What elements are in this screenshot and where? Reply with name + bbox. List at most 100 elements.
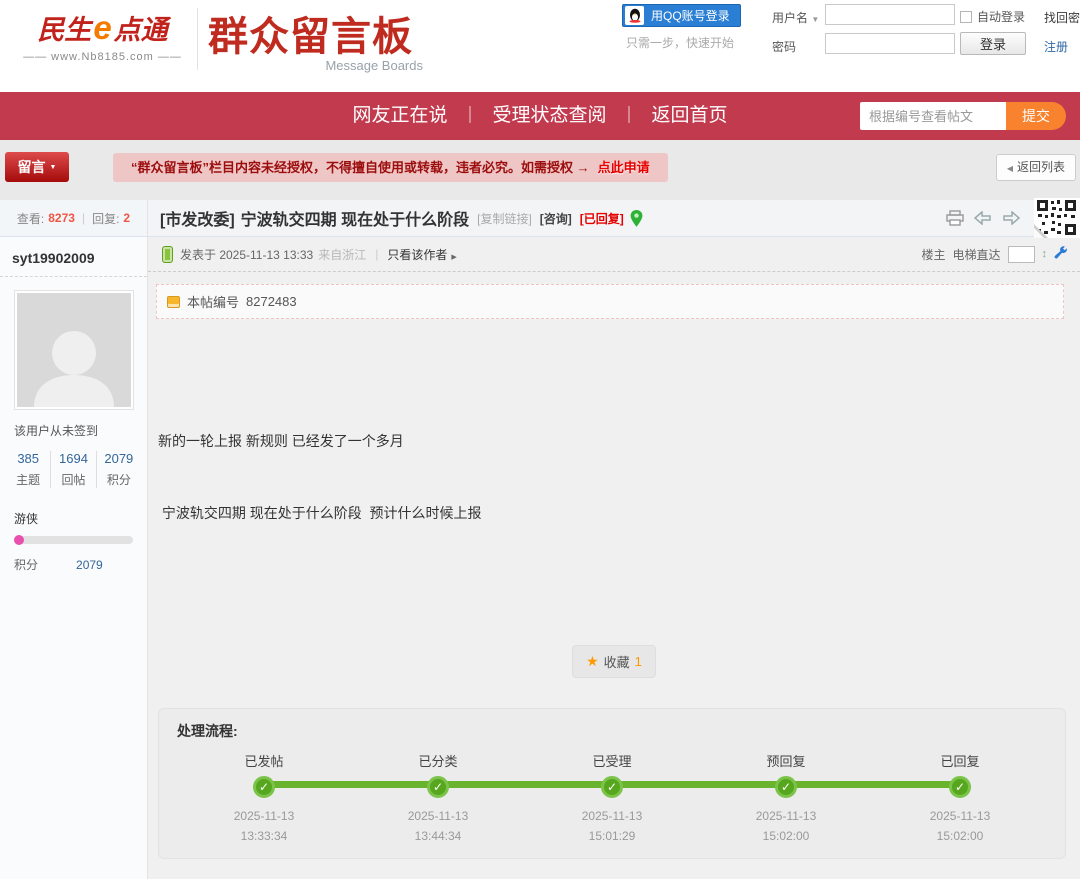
avatar[interactable] bbox=[15, 291, 133, 409]
thread-post-1: 查看: 8273 | 回复: 2 [市发改委] 宁波轨交四期 现在处于什么阶段 … bbox=[0, 200, 1080, 879]
floor-label: 楼主 bbox=[921, 246, 945, 263]
timeline-step: 已分类 ✓ 2025-11-1313:44:34 bbox=[351, 751, 525, 846]
login-button[interactable]: 登录 bbox=[960, 32, 1026, 55]
forgot-password-link[interactable]: 找回密码 bbox=[1044, 9, 1080, 26]
elevator-label: 电梯直达 bbox=[952, 246, 1000, 263]
qq-icon bbox=[625, 6, 644, 25]
thread-action-icons bbox=[946, 210, 1020, 231]
thread-title: 宁波轨交四期 现在处于什么阶段 bbox=[241, 206, 469, 230]
qr-code-icon[interactable] bbox=[1034, 198, 1080, 238]
wrench-icon[interactable] bbox=[1054, 246, 1068, 263]
star-icon: ★ bbox=[586, 653, 599, 670]
post1-text-line1: 新的一轮上报 新规则 已经发了一个多月 bbox=[158, 429, 1064, 453]
register-link[interactable]: 注册 bbox=[1044, 38, 1068, 55]
username-input[interactable] bbox=[825, 4, 955, 25]
author-stats: 385主题 1694回帖 2079积分 bbox=[6, 451, 141, 488]
post1-meta-row: 发表于 2025-11-13 13:33 来自浙江 | 只看该作者▶ 楼主 电梯… bbox=[148, 237, 1080, 272]
logo-part3: 点通 bbox=[114, 15, 168, 45]
logo-part2: e bbox=[91, 9, 113, 46]
site-logo[interactable]: 民生e点通 —— www.Nb8185.com —— bbox=[10, 8, 195, 63]
logo-part1: 民生 bbox=[37, 15, 91, 45]
thread-counters: 查看: 8273 | 回复: 2 bbox=[0, 200, 148, 236]
nav-link-now-talking[interactable]: 网友正在说 bbox=[352, 105, 447, 126]
favorite-button[interactable]: ★ 收藏 1 bbox=[572, 645, 656, 678]
certificate-icon bbox=[167, 296, 180, 308]
password-input[interactable] bbox=[825, 33, 955, 54]
check-icon: ✓ bbox=[775, 776, 797, 798]
posted-time: 发表于 2025-11-13 13:33 bbox=[180, 246, 313, 263]
check-icon: ✓ bbox=[427, 776, 449, 798]
post-id-box: 本帖编号 8272483 bbox=[156, 284, 1064, 319]
post-id-value: 8272483 bbox=[246, 294, 297, 309]
qq-login-label: 用QQ账号登录 bbox=[651, 7, 730, 24]
qq-login-button[interactable]: 用QQ账号登录 bbox=[622, 4, 741, 27]
favorite-label: 收藏 bbox=[604, 652, 630, 671]
stat-points[interactable]: 2079积分 bbox=[97, 451, 141, 488]
only-author-link[interactable]: 只看该作者▶ bbox=[387, 246, 456, 263]
password-label: 密码 bbox=[772, 38, 796, 55]
post1-meta-right: 楼主 电梯直达 ↕ bbox=[921, 246, 1068, 263]
checkbox-icon bbox=[960, 11, 972, 23]
submit-button[interactable]: 提交 bbox=[1006, 102, 1066, 130]
timeline-step: 预回复 ✓ 2025-11-1315:02:00 bbox=[699, 751, 873, 846]
nav-separator: ｜ bbox=[621, 106, 638, 125]
posted-from: 来自浙江 bbox=[318, 246, 366, 263]
process-timeline: 已发帖 ✓ 2025-11-1313:33:34 已分类 ✓ 2025-11-1… bbox=[177, 751, 1047, 846]
message-menu-button[interactable]: 留言▼ bbox=[5, 152, 69, 182]
auto-login-checkbox[interactable]: 自动登录 bbox=[960, 8, 1025, 25]
post-id-search: 提交 bbox=[860, 102, 1066, 130]
post-id-label: 本帖编号 bbox=[187, 292, 239, 311]
arrow-left-icon: ◀ bbox=[1007, 164, 1013, 173]
progress-knob bbox=[14, 535, 24, 545]
process-flow-box: 处理流程: 已发帖 ✓ 2025-11-1313:33:34 已分类 bbox=[158, 708, 1066, 859]
points-row: 积分2079 bbox=[14, 556, 133, 573]
auto-login-label: 自动登录 bbox=[977, 8, 1025, 25]
post1-content: 发表于 2025-11-13 13:33 来自浙江 | 只看该作者▶ 楼主 电梯… bbox=[148, 237, 1080, 879]
timeline-step: 已发帖 ✓ 2025-11-1313:33:34 bbox=[177, 751, 351, 846]
thread-type-tag: [咨询] bbox=[540, 210, 572, 227]
stat-threads[interactable]: 385主题 bbox=[6, 451, 51, 488]
thread-status-tag: [已回复] bbox=[580, 210, 624, 227]
check-icon: ✓ bbox=[253, 776, 275, 798]
notice-text: “群众留言板”栏目内容未经授权，不得擅自使用或转载，违者必究。如需授权 → bbox=[131, 160, 590, 175]
divider: | bbox=[82, 211, 85, 225]
favorite-count: 1 bbox=[635, 654, 642, 669]
post-badge-icon bbox=[162, 246, 173, 263]
logo-url: —— www.Nb8185.com —— bbox=[10, 51, 195, 63]
nav-link-status-check[interactable]: 受理状态查阅 bbox=[492, 105, 606, 126]
print-icon[interactable] bbox=[946, 210, 964, 231]
prev-thread-icon[interactable] bbox=[974, 211, 992, 230]
views-count: 8273 bbox=[48, 211, 75, 225]
replies-label: 回复: bbox=[92, 210, 119, 227]
back-to-list-button[interactable]: ◀ 返回列表 bbox=[996, 154, 1076, 181]
copy-link[interactable]: [复制链接] bbox=[477, 210, 532, 227]
nav-link-home[interactable]: 返回首页 bbox=[652, 105, 728, 126]
board-title-en: Message Boards bbox=[208, 58, 423, 73]
notice-row: 留言▼ “群众留言板”栏目内容未经授权，不得擅自使用或转载，违者必究。如需授权 … bbox=[0, 152, 1080, 184]
apply-link[interactable]: 点此申请 bbox=[598, 160, 650, 175]
back-to-list-label: 返回列表 bbox=[1017, 160, 1065, 174]
chevron-right-icon: ▶ bbox=[451, 254, 456, 261]
check-icon: ✓ bbox=[949, 776, 971, 798]
points-label: 积分 bbox=[14, 558, 38, 572]
main-nav: 网友正在说｜受理状态查阅｜返回首页 提交 bbox=[0, 92, 1080, 140]
board-title: 群众留言板 Message Boards bbox=[208, 4, 423, 73]
chevron-down-icon: ▼ bbox=[811, 15, 819, 24]
login-panel: 用QQ账号登录 只需一步，快速开始 用户名 ▼ 密码 自动登录 找回密码 登录 … bbox=[620, 0, 1080, 62]
stat-replies[interactable]: 1694回帖 bbox=[51, 451, 96, 488]
thread-title-bar: [市发改委] 宁波轨交四期 现在处于什么阶段 [复制链接] [咨询] [已回复] bbox=[148, 200, 1080, 236]
board-title-cn: 群众留言板 bbox=[208, 15, 413, 59]
post1-text: 新的一轮上报 新规则 已经发了一个多月 宁波轨交四期 现在处于什么阶段 预计什么… bbox=[158, 381, 1064, 573]
floor-stepper-icon[interactable]: ↕ bbox=[1042, 248, 1048, 260]
next-thread-icon[interactable] bbox=[1002, 211, 1020, 230]
views-label: 查看: bbox=[17, 210, 44, 227]
author-username[interactable]: syt19902009 bbox=[0, 237, 147, 277]
username-label[interactable]: 用户名 ▼ bbox=[772, 9, 819, 26]
copyright-notice: “群众留言板”栏目内容未经授权，不得擅自使用或转载，违者必究。如需授权 → 点此申… bbox=[113, 153, 668, 182]
replies-count: 2 bbox=[123, 211, 130, 225]
logo-divider bbox=[197, 8, 198, 70]
floor-jump-input[interactable] bbox=[1008, 246, 1035, 263]
search-input[interactable] bbox=[860, 102, 1006, 130]
post1-text-line2: 宁波轨交四期 现在处于什么阶段 预计什么时候上报 bbox=[158, 501, 1064, 525]
thread-category: [市发改委] bbox=[160, 206, 235, 230]
